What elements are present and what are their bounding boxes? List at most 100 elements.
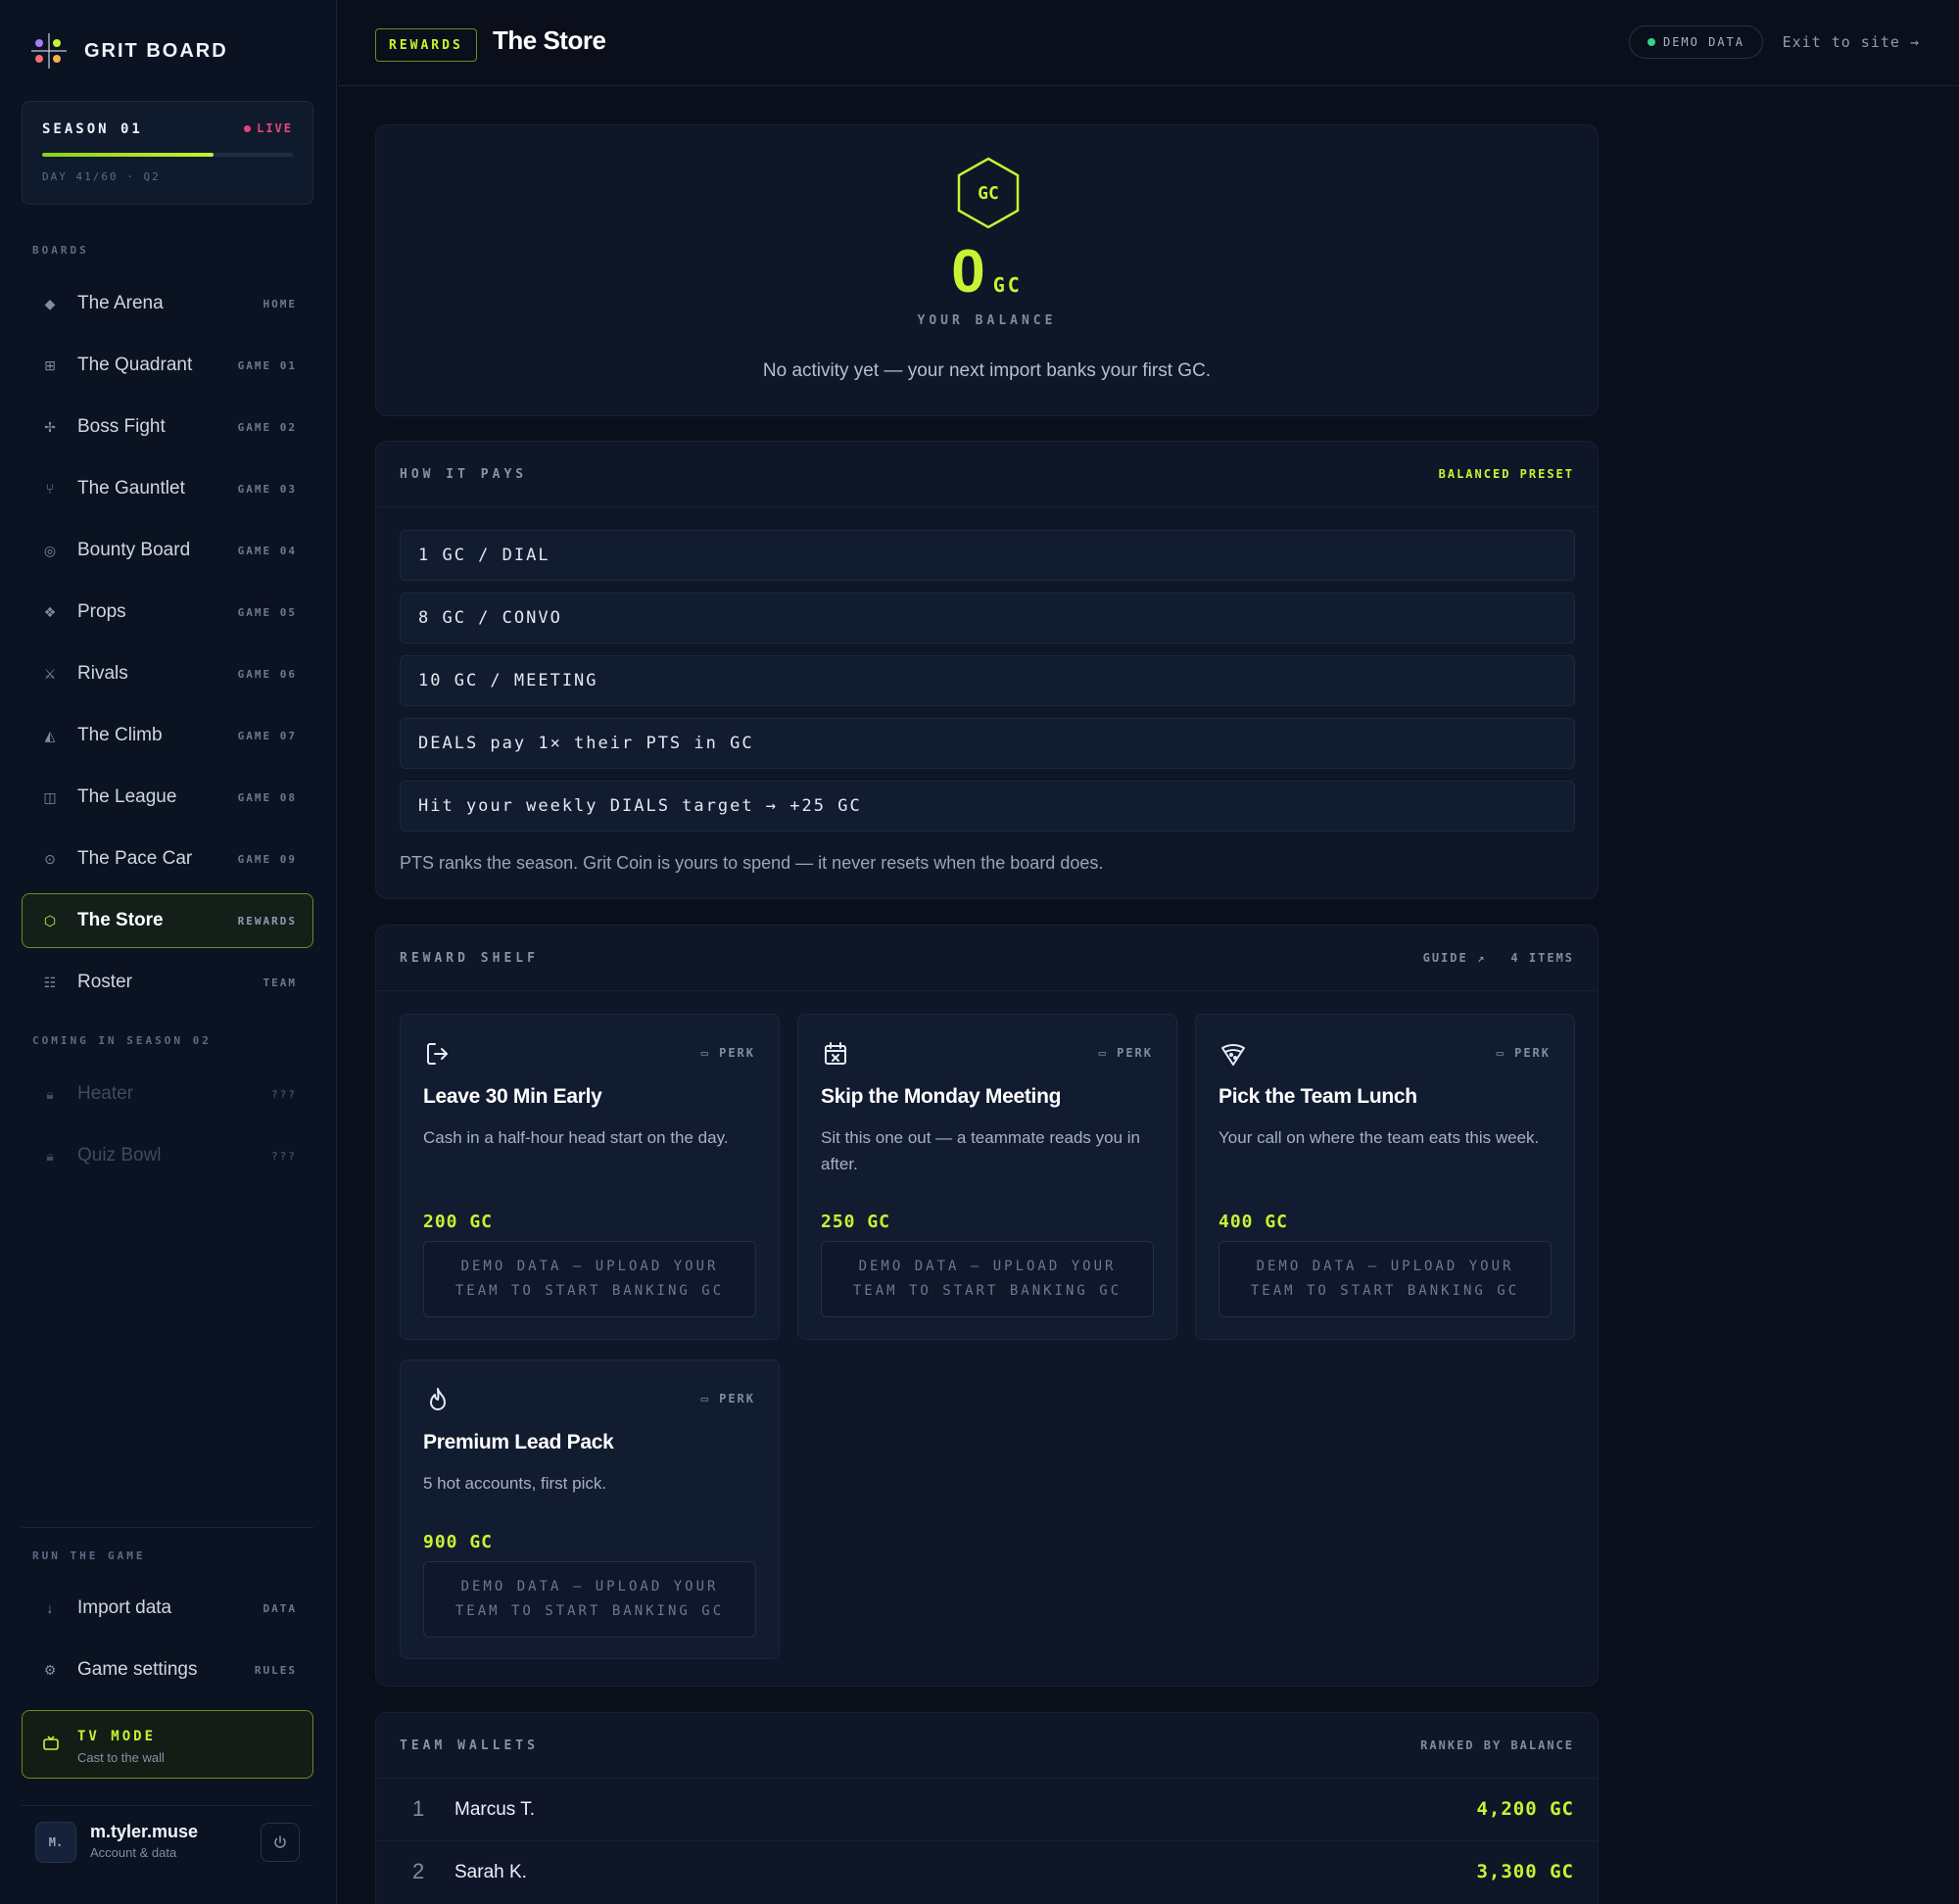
demo-data-pill[interactable]: DEMO DATA (1628, 25, 1763, 59)
wallet-balance: 4,200 GC (1476, 1798, 1574, 1820)
sidebar-item-boss-fight[interactable]: ✢ Boss Fight GAME 02 (22, 400, 313, 454)
sidebar-item-tag: GAME 09 (237, 852, 297, 866)
lock-icon: 🔒︎ (46, 1147, 54, 1164)
redeem-button[interactable]: DEMO DATA — UPLOAD YOUR TEAM TO START BA… (423, 1241, 756, 1317)
sidebar-item-tag: RULES (254, 1663, 297, 1677)
sidebar-item-label: Heater (77, 1083, 134, 1104)
reward-shelf-panel: REWARD SHELF GUIDE ↗ 4 ITEMS ▭ PERK Leave… (375, 925, 1599, 1687)
balance-unit: GC (992, 273, 1023, 297)
sidebar-item-the-arena[interactable]: ◆ The Arena HOME (22, 276, 313, 331)
sidebar-item-tag: GAME 05 (237, 605, 297, 619)
wallet-row[interactable]: 1 Marcus T. 4,200 GC (376, 1778, 1598, 1840)
sidebar-item-label: The Store (77, 910, 164, 930)
sidebar-item-tag: REWARDS (237, 914, 297, 928)
reward-card: ▭ PERK Skip the Monday Meeting Sit this on… (797, 1014, 1177, 1340)
user-subtitle: Account & data (90, 1845, 177, 1860)
how-it-pays-title: HOW IT PAYS (400, 466, 528, 482)
sidebar: GRIT BOARD SEASON 01 LIVE DAY 41/60 · Q2… (0, 0, 337, 1904)
redeem-button[interactable]: DEMO DATA — UPLOAD YOUR TEAM TO START BA… (423, 1561, 756, 1638)
team-wallets-panel: TEAM WALLETS RANKED BY BALANCE 1 Marcus T… (375, 1712, 1599, 1904)
sidebar-item-label: Boss Fight (77, 416, 166, 437)
sidebar-item-props[interactable]: ❖ Props GAME 05 (22, 585, 313, 640)
redeem-button[interactable]: DEMO DATA — UPLOAD YOUR TEAM TO START BA… (1218, 1241, 1552, 1317)
download-icon: ↓ (46, 1600, 54, 1616)
sidebar-item-label: Import data (77, 1597, 172, 1618)
sidebar-item-label: Quiz Bowl (77, 1145, 162, 1166)
preset-label[interactable]: BALANCED PRESET (1439, 467, 1574, 481)
sidebar-divider (22, 1527, 313, 1528)
perk-tag: ▭ PERK (700, 1046, 755, 1060)
sidebar-item-the-league[interactable]: ◫ The League GAME 08 (22, 770, 313, 825)
gear-icon: ⚙ (43, 1661, 57, 1678)
sidebar-divider-bottom (22, 1805, 313, 1806)
sidebar-item-tag: GAME 04 (237, 544, 297, 557)
sidebar-item-label: The Pace Car (77, 848, 193, 869)
sidebar-item-the-quadrant[interactable]: ⊞ The Quadrant GAME 01 (22, 338, 313, 393)
balance-label: YOUR BALANCE (917, 313, 1057, 328)
wallet-name: Marcus T. (454, 1799, 536, 1820)
sidebar-item-game-settings[interactable]: ⚙ Game settings RULES (22, 1642, 313, 1697)
user-name: m.tyler.muse (90, 1822, 199, 1841)
power-icon (274, 1835, 286, 1848)
balance-amount-row: 0 GC (376, 237, 1598, 307)
panel-divider (376, 506, 1598, 507)
reward-title: Premium Lead Pack (423, 1431, 614, 1453)
sidebar-item-import-data[interactable]: ↓ Import data DATA (22, 1581, 313, 1636)
sidebar-item-the-store[interactable]: ⬡ The Store REWARDS (22, 893, 313, 948)
live-badge: LIVE (244, 121, 293, 135)
reward-card: ▭ PERK Leave 30 Min Early Cash in a half-h… (400, 1014, 780, 1340)
sidebar-item-the-pace-car[interactable]: ⊙ The Pace Car GAME 09 (22, 832, 313, 886)
pay-rule: DEALS pay 1× their PTS in GC (400, 718, 1575, 769)
sidebar-item-label: Bounty Board (77, 540, 191, 560)
balance-panel: GC 0 GC YOUR BALANCE No activity yet — yo… (375, 124, 1599, 416)
brand[interactable]: GRIT BOARD (31, 33, 228, 69)
sidebar-item-rivals[interactable]: ⚔ Rivals GAME 06 (22, 646, 313, 701)
account-row[interactable]: M. m.tyler.muse Account & data (22, 1820, 313, 1865)
reward-title: Leave 30 Min Early (423, 1085, 602, 1108)
sidebar-item-quiz-bowl: 🔒︎ Quiz Bowl??? (22, 1128, 313, 1183)
swords-icon: ⚔ (43, 665, 57, 682)
reward-price: 400 GC (1218, 1212, 1289, 1232)
reward-price: 250 GC (821, 1212, 891, 1232)
sidebar-item-the-gauntlet[interactable]: ⑂ The Gauntlet GAME 03 (22, 461, 313, 516)
sidebar-item-tag: ??? (271, 1149, 297, 1163)
exit-to-site-link[interactable]: Exit to site → (1783, 33, 1920, 51)
guide-link[interactable]: GUIDE ↗ (1423, 951, 1487, 965)
sidebar-item-label: The Quadrant (77, 355, 193, 375)
balance-amount: 0 (951, 238, 985, 306)
target-icon: ◎ (43, 542, 57, 558)
season-card: SEASON 01 LIVE DAY 41/60 · Q2 (22, 101, 313, 205)
tv-mode-button[interactable]: TV MODE Cast to the wall (22, 1710, 313, 1779)
season-progress-bar (42, 153, 293, 157)
sidebar-item-tag: HOME (263, 297, 297, 310)
sidebar-item-bounty-board[interactable]: ◎ Bounty Board GAME 04 (22, 523, 313, 578)
perk-tag: ▭ PERK (700, 1392, 755, 1405)
wallet-rank: 1 (412, 1796, 425, 1821)
wallet-balance: 3,300 GC (1476, 1861, 1574, 1882)
tv-mode-subtitle: Cast to the wall (77, 1750, 165, 1765)
rewards-badge: REWARDS (375, 28, 477, 62)
boards-section-label: BOARDS (32, 244, 89, 257)
diamond-icon: ◆ (44, 295, 56, 311)
grit-board-logo-icon (31, 33, 67, 69)
pizza-icon (1219, 1040, 1247, 1068)
hexagon-icon: ⬡ (43, 912, 57, 928)
sidebar-item-tag: GAME 08 (237, 790, 297, 804)
demo-status-dot-icon (1647, 38, 1655, 46)
live-dot-icon (244, 124, 252, 132)
logout-button[interactable] (261, 1823, 300, 1862)
coming-section-label: COMING IN SEASON 02 (32, 1034, 212, 1047)
wallets-sort-label: RANKED BY BALANCE (1420, 1738, 1574, 1752)
lock-icon: 🔒︎ (46, 1085, 54, 1102)
demo-data-label: DEMO DATA (1662, 35, 1744, 49)
redeem-button[interactable]: DEMO DATA — UPLOAD YOUR TEAM TO START BA… (821, 1241, 1154, 1317)
reward-card: ▭ PERK Pick the Team Lunch Your call on wh… (1195, 1014, 1575, 1340)
wallet-row[interactable]: 2 Sarah K. 3,300 GC (376, 1840, 1598, 1903)
team-wallets-title: TEAM WALLETS (400, 1737, 539, 1753)
fork-icon: ⑂ (45, 481, 55, 497)
sidebar-item-the-climb[interactable]: ◭ The Climb GAME 07 (22, 708, 313, 763)
flame-icon (424, 1386, 452, 1413)
sidebar-item-roster[interactable]: ☷ Roster TEAM (22, 955, 313, 1010)
calendar-x-icon (822, 1040, 849, 1068)
sidebar-item-label: Props (77, 601, 126, 622)
